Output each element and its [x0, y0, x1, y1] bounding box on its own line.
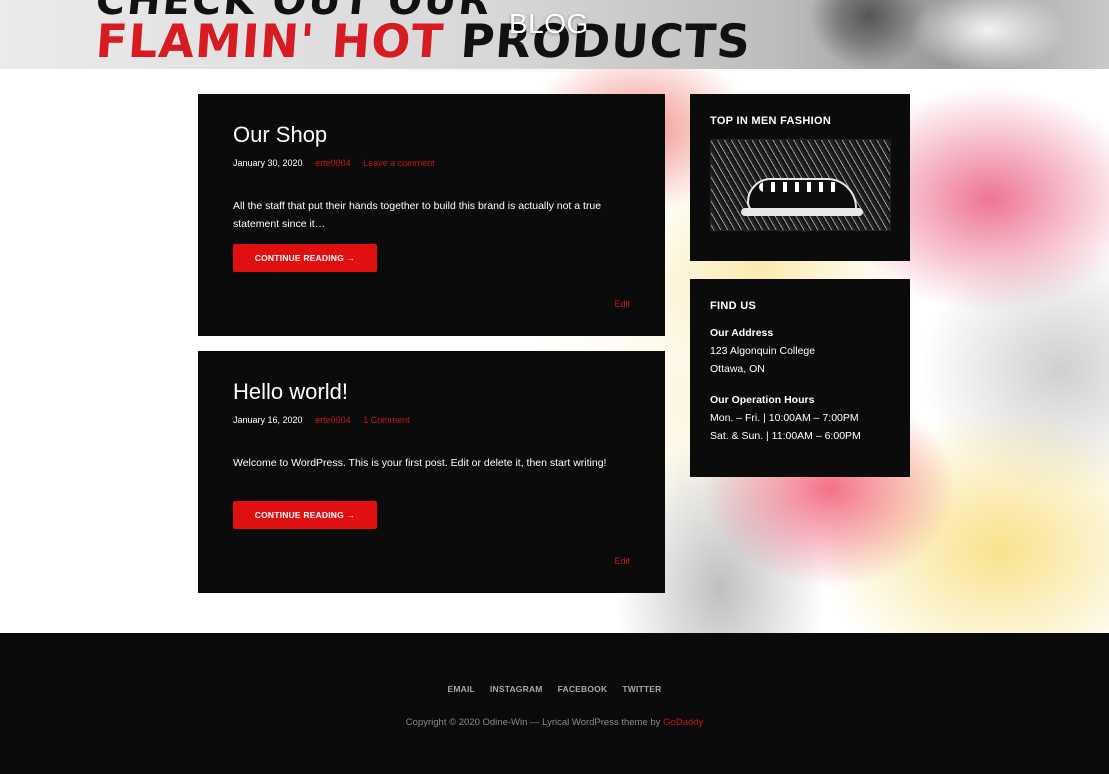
post-excerpt: All the staff that put their hands toget… — [233, 200, 602, 230]
post-comments-link[interactable]: 1 Comment — [363, 415, 410, 425]
address-line: 123 Algonquin College — [710, 345, 816, 357]
site-header: CHECK OUT OUR FLAMIN' HOT PRODUCTS BLOG — [0, 0, 1109, 69]
address-line: Ottawa, ON — [710, 363, 765, 375]
godaddy-link[interactable]: GoDaddy — [663, 717, 703, 728]
banner-tagline-red: FLAMIN' HOT — [94, 14, 446, 68]
sneaker-laces — [759, 182, 839, 192]
sneaker-sole — [741, 208, 863, 216]
edit-post-link[interactable]: Edit — [614, 556, 630, 566]
footer-link-twitter[interactable]: TWITTER — [622, 684, 661, 694]
post-author-link[interactable]: erte0004 — [315, 415, 351, 425]
post-meta: January 16, 2020 erte0004 1 Comment — [233, 415, 410, 425]
post-title-link[interactable]: Our Shop — [233, 122, 327, 148]
hours-line: Sat. & Sun. | 11:00AM – 6:00PM — [710, 430, 861, 442]
post-comments-link[interactable]: Leave a comment — [363, 158, 435, 168]
post-date[interactable]: January 30, 2020 — [233, 158, 303, 168]
continue-reading-button[interactable]: CONTINUE READING → — [233, 501, 377, 529]
widget-men-fashion: TOP IN MEN FASHION — [690, 94, 910, 261]
post-title-link[interactable]: Hello world! — [233, 379, 348, 405]
widget-find-us: FIND US Our Address 123 Algonquin Colleg… — [690, 279, 910, 477]
blog-post: Hello world! January 16, 2020 erte0004 1… — [198, 351, 665, 593]
footer-link-facebook[interactable]: FACEBOOK — [558, 684, 608, 694]
hours-label: Our Operation Hours — [710, 394, 815, 406]
address-label: Our Address — [710, 327, 774, 339]
widget-title: FIND US — [710, 300, 757, 312]
fashion-sneaker-image[interactable] — [710, 139, 891, 231]
site-footer: EMAIL INSTAGRAM FACEBOOK TWITTER Copyrig… — [0, 633, 1109, 774]
post-date[interactable]: January 16, 2020 — [233, 415, 303, 425]
header-smoke-decoration — [909, 0, 1069, 69]
copyright-text: Copyright © 2020 Odine-Win — Lyrical Wor… — [405, 717, 664, 728]
post-excerpt: Welcome to WordPress. This is your first… — [233, 457, 607, 469]
page-title: BLOG — [509, 8, 589, 39]
blog-post: Our Shop January 30, 2020 erte0004 Leave… — [198, 94, 665, 336]
post-author-link[interactable]: erte0004 — [315, 158, 351, 168]
hours-line: Mon. – Fri. | 10:00AM – 7:00PM — [710, 412, 859, 424]
edit-post-link[interactable]: Edit — [614, 299, 630, 309]
banner-tagline-black: PRODUCTS — [458, 14, 753, 68]
footer-nav: EMAIL INSTAGRAM FACEBOOK TWITTER — [0, 684, 1109, 694]
post-meta: January 30, 2020 erte0004 Leave a commen… — [233, 158, 435, 168]
widget-title: TOP IN MEN FASHION — [710, 115, 832, 127]
footer-link-email[interactable]: EMAIL — [447, 684, 474, 694]
continue-reading-button[interactable]: CONTINUE READING → — [233, 244, 377, 272]
copyright-notice: Copyright © 2020 Odine-Win — Lyrical Wor… — [0, 717, 1109, 728]
banner-tagline: FLAMIN' HOT PRODUCTS — [94, 14, 753, 68]
footer-link-instagram[interactable]: INSTAGRAM — [490, 684, 543, 694]
